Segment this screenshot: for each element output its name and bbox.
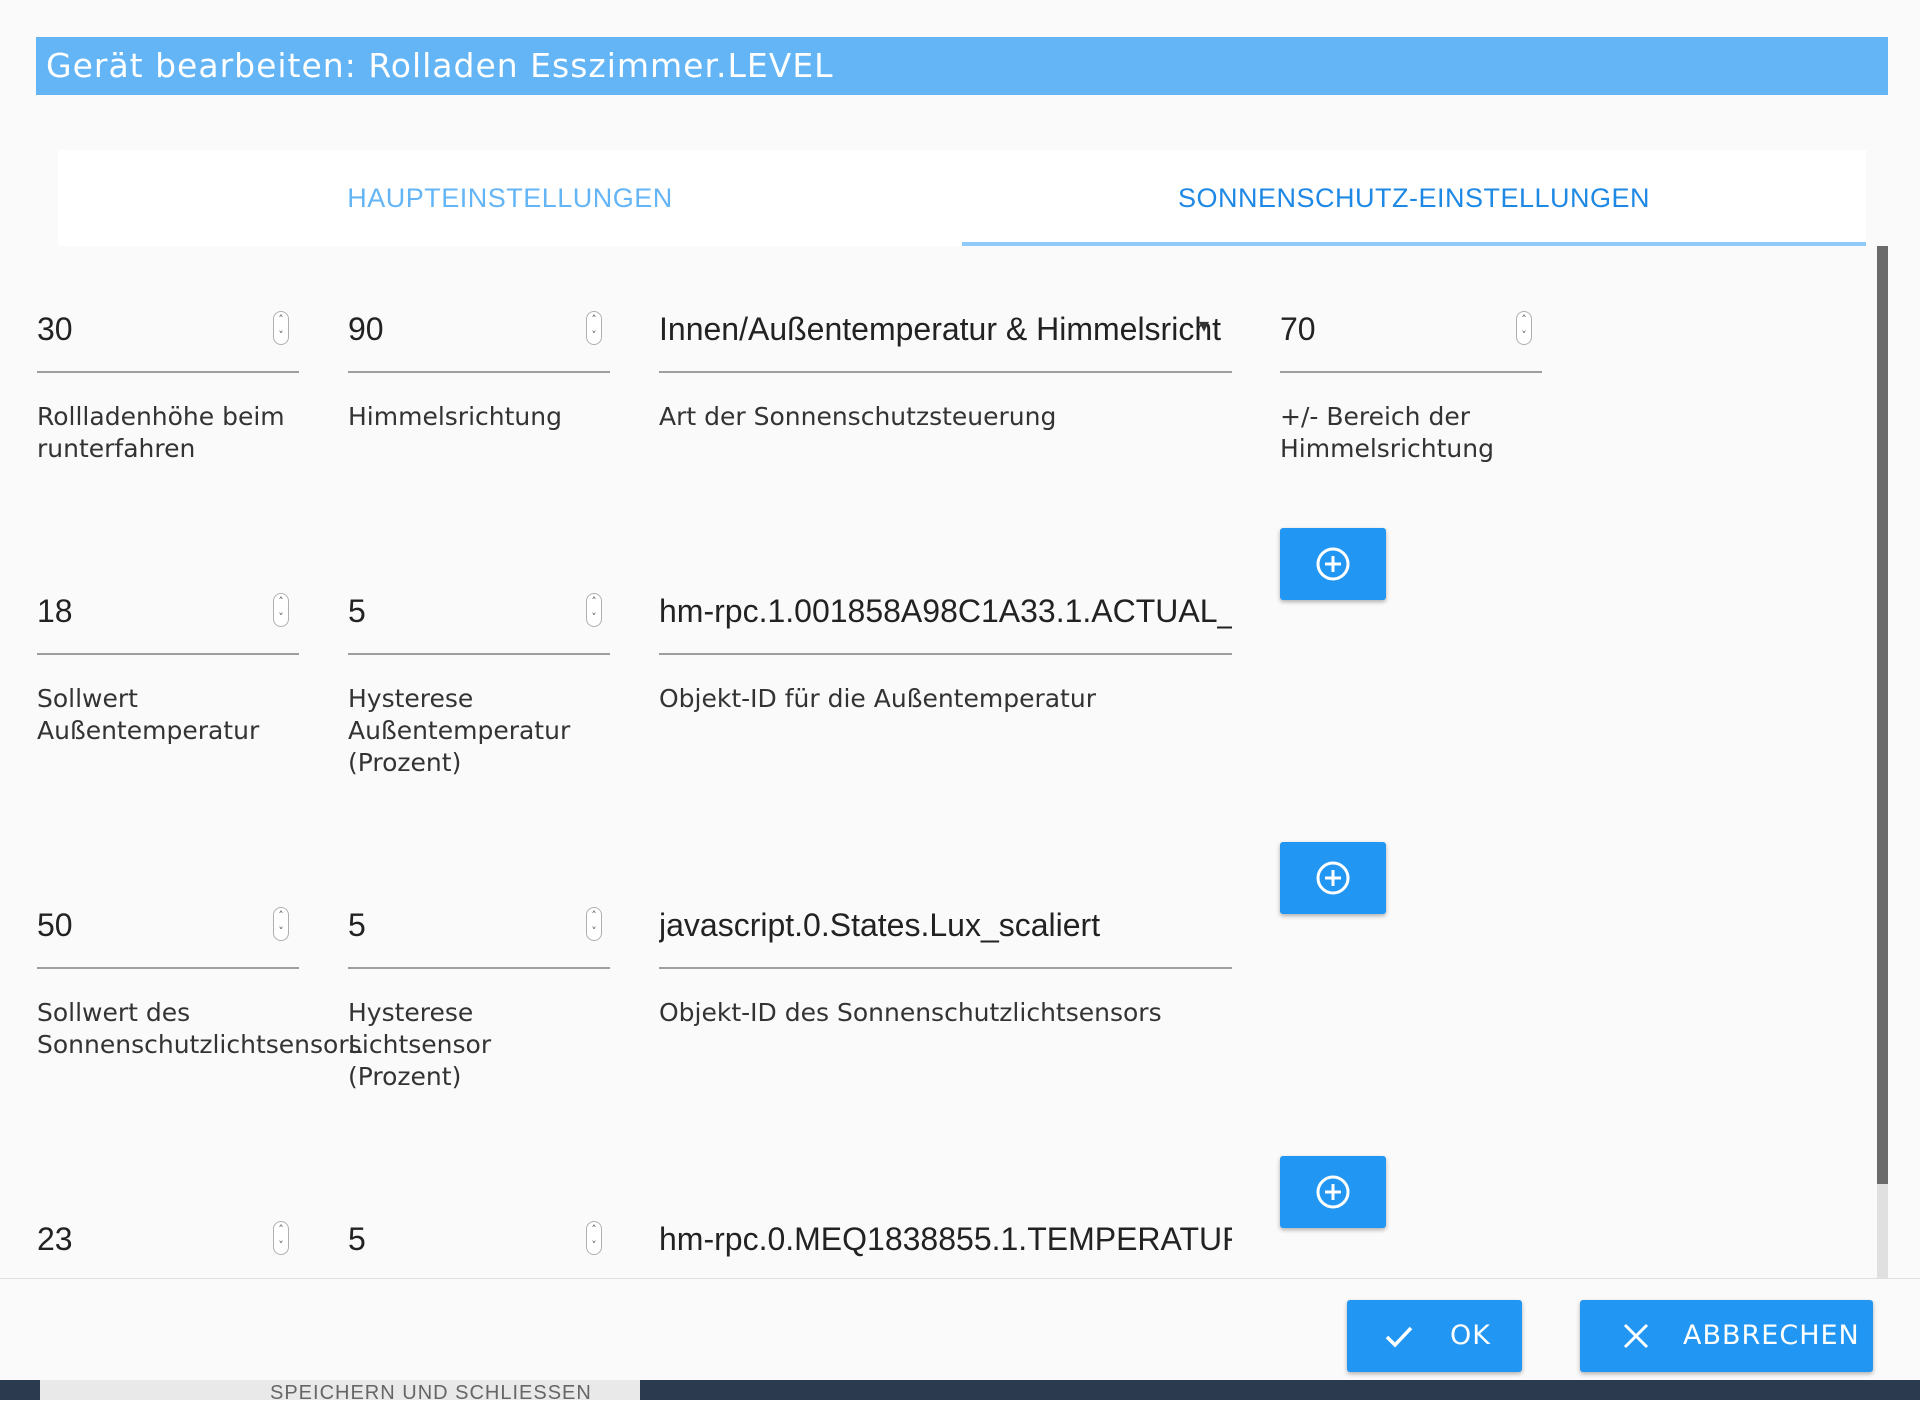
light-sensor-object-id-label: Objekt-ID des Sonnenschutzlichtsensors (659, 998, 1162, 1027)
input-underline (348, 653, 610, 655)
close-icon (1623, 1323, 1649, 1349)
compass-direction-field: 90 ˄ ˅ Himmelsrichtung (348, 309, 610, 459)
spinner-arrows-icon[interactable]: ˄ ˅ (273, 1221, 289, 1255)
outdoor-temp-setpoint-input[interactable]: 18 (37, 591, 257, 631)
compass-direction-input[interactable]: 90 (348, 309, 568, 349)
input-underline (348, 967, 610, 969)
spinner-arrows-icon[interactable]: ˄ ˅ (586, 311, 602, 345)
input-underline (659, 653, 1232, 655)
blind-height-label: Rollladenhöhe beim runterfahren (37, 402, 285, 463)
light-sensor-setpoint-input[interactable]: 50 (37, 905, 257, 945)
direction-range-label: +/- Bereich der Himmelsrichtung (1280, 402, 1494, 463)
dropdown-arrow-icon[interactable]: ▾ (1199, 313, 1209, 337)
spinner-arrows-icon[interactable]: ˄ ˅ (586, 907, 602, 941)
check-icon (1385, 1326, 1413, 1348)
indoor-temp-hysteresis-input[interactable]: 5 (348, 1219, 568, 1259)
outdoor-temp-object-id-field: hm-rpc.1.001858A98C1A33.1.ACTUAL_T Objek… (659, 591, 1232, 741)
cancel-button[interactable]: ABBRECHEN (1580, 1300, 1873, 1372)
blind-height-field: 30 ˄ ˅ Rollladenhöhe beim runterfahren (37, 309, 299, 463)
spinner-arrows-icon[interactable]: ˄ ˅ (1516, 311, 1532, 345)
spinner-arrows-icon[interactable]: ˄ ˅ (273, 593, 289, 627)
sun-protection-type-field: Innen/Außentemperatur & Himmelsricht ▾ A… (659, 309, 1232, 459)
input-underline (659, 967, 1232, 969)
background-save-close-label: SPEICHERN UND SCHLIESSEN (270, 1382, 592, 1404)
spinner-arrows-icon[interactable]: ˄ ˅ (586, 593, 602, 627)
add-outdoor-temp-object-button[interactable] (1280, 528, 1386, 600)
light-sensor-object-id-field: javascript.0.States.Lux_scaliert Objekt-… (659, 905, 1232, 1055)
indoor-temp-object-id-field: hm-rpc.0.MEQ1838855.1.TEMPERATUR (659, 1219, 1232, 1278)
indoor-temp-object-id-input[interactable]: hm-rpc.0.MEQ1838855.1.TEMPERATUR (659, 1219, 1232, 1259)
background-save-close-button: SPEICHERN UND SCHLIESSEN (40, 1380, 640, 1404)
outdoor-temp-hysteresis-label: Hysterese Außentemperatur (Prozent) (348, 684, 571, 777)
content-scrollbar-thumb[interactable] (1877, 246, 1888, 1184)
light-sensor-setpoint-field: 50 ˄ ˅ Sollwert des Sonnenschutzlichtsens… (37, 905, 362, 1085)
sun-protection-type-select[interactable]: Innen/Außentemperatur & Himmelsricht (659, 309, 1232, 349)
plus-circle-icon (1316, 1175, 1350, 1209)
input-underline (37, 653, 299, 655)
footer-divider (0, 1278, 1920, 1279)
background-app-bar: SPEICHERN UND SCHLIESSEN (0, 1380, 1920, 1404)
light-sensor-hysteresis-input[interactable]: 5 (348, 905, 568, 945)
cancel-label: ABBRECHEN (1683, 1320, 1860, 1351)
tab-main-settings[interactable]: HAUPTEINSTELLUNGEN (58, 150, 962, 246)
light-sensor-hysteresis-label: Hysterese Lichtsensor (Prozent) (348, 998, 492, 1091)
outdoor-temp-setpoint-label: Sollwert Außentemperatur (37, 684, 260, 745)
sun-protection-type-label: Art der Sonnenschutzsteuerung (659, 402, 1057, 431)
outdoor-temp-setpoint-field: 18 ˄ ˅ Sollwert Außentemperatur (37, 591, 299, 771)
plus-circle-icon (1316, 547, 1350, 581)
input-underline (37, 967, 299, 969)
outdoor-temp-hysteresis-input[interactable]: 5 (348, 591, 568, 631)
plus-circle-icon (1316, 861, 1350, 895)
indoor-temp-setpoint-field: 23 ˄ ˅ (37, 1219, 299, 1278)
input-underline (348, 371, 610, 373)
direction-range-input[interactable]: 70 (1280, 309, 1500, 349)
spinner-arrows-icon[interactable]: ˄ ˅ (273, 907, 289, 941)
light-sensor-setpoint-label: Sollwert des Sonnenschutzlichtsensors (37, 998, 362, 1059)
spinner-arrows-icon[interactable]: ˄ ˅ (586, 1221, 602, 1255)
dialog-title: Gerät bearbeiten: Rolladen Esszimmer.LEV… (36, 37, 1888, 95)
input-underline (37, 371, 299, 373)
add-light-sensor-object-button[interactable] (1280, 842, 1386, 914)
input-underline (1280, 371, 1542, 373)
spinner-arrows-icon[interactable]: ˄ ˅ (273, 311, 289, 345)
ok-label: OK (1450, 1320, 1491, 1351)
input-underline (659, 371, 1232, 373)
settings-tabs: HAUPTEINSTELLUNGEN SONNENSCHUTZ-EINSTELL… (58, 150, 1866, 246)
ok-button[interactable]: OK (1347, 1300, 1522, 1372)
settings-content: 30 ˄ ˅ Rollladenhöhe beim runterfahren 90… (0, 246, 1920, 1278)
outdoor-temp-object-id-label: Objekt-ID für die Außentemperatur (659, 684, 1096, 713)
indoor-temp-setpoint-input[interactable]: 23 (37, 1219, 257, 1259)
tab-sun-protection-settings[interactable]: SONNENSCHUTZ-EINSTELLUNGEN (962, 150, 1866, 246)
blind-height-input[interactable]: 30 (37, 309, 257, 349)
edit-device-dialog: Gerät bearbeiten: Rolladen Esszimmer.LEV… (0, 0, 1920, 1380)
compass-direction-label: Himmelsrichtung (348, 402, 562, 431)
direction-range-field: 70 ˄ ˅ +/- Bereich der Himmelsrichtung (1280, 309, 1542, 463)
outdoor-temp-object-id-input[interactable]: hm-rpc.1.001858A98C1A33.1.ACTUAL_T (659, 591, 1232, 631)
light-sensor-object-id-input[interactable]: javascript.0.States.Lux_scaliert (659, 905, 1232, 945)
add-indoor-temp-object-button[interactable] (1280, 1156, 1386, 1228)
indoor-temp-hysteresis-field: 5 ˄ ˅ (348, 1219, 610, 1278)
light-sensor-hysteresis-field: 5 ˄ ˅ Hysterese Lichtsensor (Prozent) (348, 905, 610, 1091)
outdoor-temp-hysteresis-field: 5 ˄ ˅ Hysterese Außentemperatur (Prozent) (348, 591, 610, 777)
